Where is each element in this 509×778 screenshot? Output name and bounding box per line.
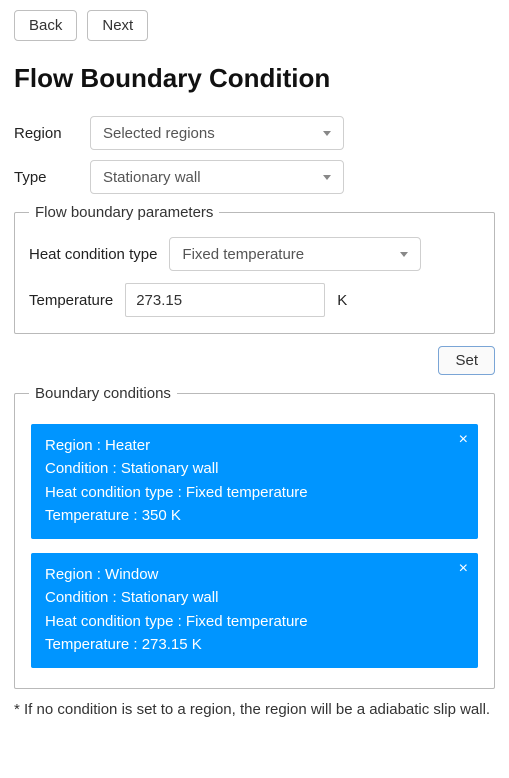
- chevron-down-icon: [323, 131, 331, 136]
- heat-condition-value: Fixed temperature: [182, 246, 304, 263]
- boundary-conditions-legend: Boundary conditions: [29, 385, 177, 402]
- heat-condition-label: Heat condition type: [29, 246, 157, 263]
- type-select[interactable]: Stationary wall: [90, 160, 344, 194]
- card-temp-line: Temperature : 350 K: [45, 504, 464, 527]
- region-row: Region Selected regions: [14, 116, 495, 150]
- temperature-label: Temperature: [29, 292, 113, 309]
- heat-condition-row: Heat condition type Fixed temperature: [29, 237, 480, 271]
- type-label: Type: [14, 169, 76, 186]
- flow-params-fieldset: Flow boundary parameters Heat condition …: [14, 204, 495, 334]
- card-region-line: Region : Window: [45, 563, 464, 586]
- boundary-condition-card: × Region : Heater Condition : Stationary…: [31, 424, 478, 539]
- temperature-row: Temperature K: [29, 283, 480, 317]
- card-temp-line: Temperature : 273.15 K: [45, 633, 464, 656]
- set-row: Set: [14, 346, 495, 375]
- close-icon[interactable]: ×: [459, 561, 468, 577]
- page-title: Flow Boundary Condition: [14, 63, 495, 94]
- region-label: Region: [14, 125, 76, 142]
- card-heat-line: Heat condition type : Fixed temperature: [45, 481, 464, 504]
- next-button[interactable]: Next: [87, 10, 148, 41]
- boundary-condition-card: × Region : Window Condition : Stationary…: [31, 553, 478, 668]
- region-select[interactable]: Selected regions: [90, 116, 344, 150]
- card-heat-line: Heat condition type : Fixed temperature: [45, 610, 464, 633]
- type-row: Type Stationary wall: [14, 160, 495, 194]
- card-condition-line: Condition : Stationary wall: [45, 586, 464, 609]
- temperature-unit: K: [337, 292, 347, 309]
- set-button[interactable]: Set: [438, 346, 495, 375]
- footnote: * If no condition is set to a region, th…: [14, 699, 495, 721]
- card-region-line: Region : Heater: [45, 434, 464, 457]
- flow-params-legend: Flow boundary parameters: [29, 204, 219, 221]
- close-icon[interactable]: ×: [459, 432, 468, 448]
- region-select-value: Selected regions: [103, 125, 215, 142]
- boundary-conditions-fieldset: Boundary conditions × Region : Heater Co…: [14, 385, 495, 689]
- nav-buttons: Back Next: [14, 10, 495, 41]
- heat-condition-select[interactable]: Fixed temperature: [169, 237, 421, 271]
- back-button[interactable]: Back: [14, 10, 77, 41]
- temperature-input[interactable]: [125, 283, 325, 317]
- chevron-down-icon: [400, 252, 408, 257]
- card-condition-line: Condition : Stationary wall: [45, 457, 464, 480]
- chevron-down-icon: [323, 175, 331, 180]
- type-select-value: Stationary wall: [103, 169, 201, 186]
